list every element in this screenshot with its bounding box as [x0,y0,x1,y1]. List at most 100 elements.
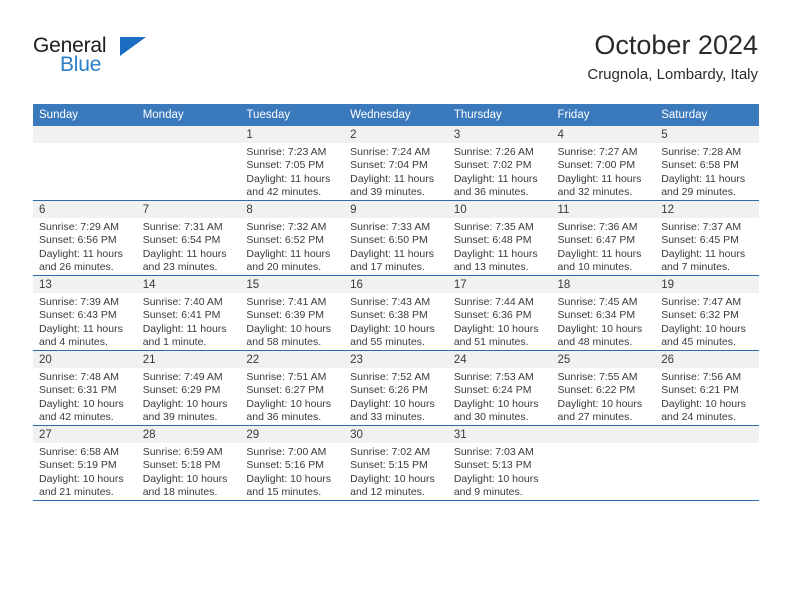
calendar-day-cell[interactable]: 21 Sunrise: 7:49 AM Sunset: 6:29 PM Dayligh… [136,350,241,426]
sunset-text: Sunset: 6:45 PM [661,234,739,247]
calendar-day-cell[interactable]: 18 Sunrise: 7:45 AM Sunset: 6:34 PM Dayligh… [551,275,656,351]
daylight-text-line2: and 29 minutes. [661,186,736,199]
day-details: Sunrise: 7:00 AM Sunset: 5:16 PM Daylight:… [240,443,344,500]
calendar-day-cell[interactable]: 1 Sunrise: 7:23 AM Sunset: 7:05 PM Daylight… [240,126,345,201]
sunset-text: Sunset: 7:02 PM [453,159,532,172]
daylight-text-line2: and 55 minutes. [350,336,425,349]
general-blue-logo[interactable]: General Blue [33,34,153,86]
calendar-day-cell[interactable]: 8 Sunrise: 7:32 AM Sunset: 6:52 PM Daylight… [240,200,345,276]
daylight-text-line1: Daylight: 10 hours [453,472,539,485]
sunrise-text: Sunrise: 7:52 AM [350,371,431,383]
calendar-day-cell[interactable]: 15 Sunrise: 7:41 AM Sunset: 6:39 PM Dayligh… [240,275,345,351]
day-details: Sunrise: 7:44 AM Sunset: 6:36 PM Daylight:… [448,293,552,350]
day-number: 22 [240,351,345,368]
day-number: 9 [344,201,448,218]
sunset-text: Sunset: 6:54 PM [142,234,221,247]
daylight-text-line1: Daylight: 11 hours [557,247,642,260]
day-details: Sunrise: 7:03 AM Sunset: 5:13 PM Daylight:… [448,443,552,500]
day-number: 27 [33,426,137,443]
calendar-day-cell[interactable]: 28 Sunrise: 6:59 AM Sunset: 5:18 PM Dayligh… [136,425,241,500]
day-details [552,443,656,446]
day-number [136,126,241,143]
sunrise-text: Sunrise: 7:36 AM [557,221,638,233]
calendar-day-cell[interactable]: 2 Sunrise: 7:24 AM Sunset: 7:04 PM Daylight… [344,126,448,201]
daylight-text-line2: and 4 minutes. [39,336,108,349]
day-details: Sunrise: 7:31 AM Sunset: 6:54 PM Daylight:… [137,218,241,275]
calendar-day-cell[interactable]: 13 Sunrise: 7:39 AM Sunset: 6:43 PM Dayligh… [33,275,137,351]
sunset-text: Sunset: 6:56 PM [39,234,117,247]
calendar-day-cell[interactable]: 14 Sunrise: 7:40 AM Sunset: 6:41 PM Dayligh… [136,275,241,351]
day-number: 3 [447,126,552,143]
sunrise-text: Sunrise: 7:02 AM [350,446,431,458]
calendar-day-cell[interactable]: 3 Sunrise: 7:26 AM Sunset: 7:02 PM Daylight… [447,126,552,201]
day-number: 12 [655,201,759,218]
calendar-day-cell[interactable]: 11 Sunrise: 7:36 AM Sunset: 6:47 PM Dayligh… [551,200,656,276]
sunrise-text: Sunrise: 7:32 AM [246,221,327,233]
day-number: 14 [136,276,241,293]
calendar-day-cell[interactable]: 27 Sunrise: 6:58 AM Sunset: 5:19 PM Dayligh… [33,425,137,500]
sunrise-text: Sunrise: 7:35 AM [453,221,534,233]
daylight-text-line1: Daylight: 10 hours [142,472,228,485]
calendar-cell-empty [655,425,759,500]
calendar-day-cell[interactable]: 24 Sunrise: 7:53 AM Sunset: 6:24 PM Dayligh… [447,350,552,426]
calendar-cell-empty [551,425,656,500]
daylight-text-line1: Daylight: 11 hours [557,172,642,185]
daylight-text-line1: Daylight: 11 hours [661,172,746,185]
sunrise-text: Sunrise: 7:40 AM [142,296,223,308]
sunrise-text: Sunrise: 7:48 AM [39,371,119,383]
day-number: 1 [240,126,345,143]
calendar-day-cell[interactable]: 20 Sunrise: 7:48 AM Sunset: 6:31 PM Dayligh… [33,350,137,426]
sunrise-text: Sunrise: 7:41 AM [246,296,327,308]
daylight-text-line1: Daylight: 10 hours [39,472,124,485]
sunrise-text: Sunrise: 7:53 AM [453,371,534,383]
calendar-day-cell[interactable]: 5 Sunrise: 7:28 AM Sunset: 6:58 PM Daylight… [655,126,759,201]
daylight-text-line1: Daylight: 10 hours [661,322,746,335]
calendar-day-cell[interactable]: 4 Sunrise: 7:27 AM Sunset: 7:00 PM Daylight… [551,126,656,201]
day-number: 30 [344,426,448,443]
sunrise-text: Sunrise: 7:24 AM [350,146,431,158]
calendar-day-cell[interactable]: 23 Sunrise: 7:52 AM Sunset: 6:26 PM Dayligh… [344,350,448,426]
day-number [33,126,137,143]
weekday-header-saturday: Saturday [655,104,759,126]
calendar-cell-empty [136,126,241,201]
calendar-day-cell[interactable]: 19 Sunrise: 7:47 AM Sunset: 6:32 PM Dayligh… [655,275,759,351]
daylight-text-line1: Daylight: 11 hours [246,172,331,185]
calendar-day-cell[interactable]: 17 Sunrise: 7:44 AM Sunset: 6:36 PM Dayligh… [447,275,552,351]
sunrise-text: Sunrise: 7:23 AM [246,146,327,158]
daylight-text-line2: and 45 minutes. [661,336,736,349]
day-details: Sunrise: 7:32 AM Sunset: 6:52 PM Daylight:… [240,218,344,275]
calendar-day-cell[interactable]: 10 Sunrise: 7:35 AM Sunset: 6:48 PM Dayligh… [447,200,552,276]
calendar-day-cell[interactable]: 12 Sunrise: 7:37 AM Sunset: 6:45 PM Dayligh… [655,200,759,276]
day-details [655,443,759,446]
daylight-text-line1: Daylight: 10 hours [350,397,435,410]
calendar-day-cell[interactable]: 7 Sunrise: 7:31 AM Sunset: 6:54 PM Daylight… [136,200,241,276]
day-number: 23 [344,351,448,368]
daylight-text-line1: Daylight: 10 hours [661,397,746,410]
day-details: Sunrise: 7:27 AM Sunset: 7:00 PM Daylight:… [552,143,656,200]
calendar-bottom-rule [33,500,759,501]
calendar-day-cell[interactable]: 9 Sunrise: 7:33 AM Sunset: 6:50 PM Daylight… [344,200,448,276]
calendar-day-cell[interactable]: 29 Sunrise: 7:00 AM Sunset: 5:16 PM Dayligh… [240,425,345,500]
calendar-day-cell[interactable]: 26 Sunrise: 7:56 AM Sunset: 6:21 PM Dayligh… [655,350,759,426]
calendar-day-cell[interactable]: 30 Sunrise: 7:02 AM Sunset: 5:15 PM Dayligh… [344,425,448,500]
sunset-text: Sunset: 6:38 PM [350,309,428,322]
day-details: Sunrise: 7:43 AM Sunset: 6:38 PM Daylight:… [344,293,448,350]
calendar-day-cell[interactable]: 22 Sunrise: 7:51 AM Sunset: 6:27 PM Dayligh… [240,350,345,426]
day-details: Sunrise: 6:59 AM Sunset: 5:18 PM Daylight:… [137,443,241,500]
calendar-day-cell[interactable]: 25 Sunrise: 7:55 AM Sunset: 6:22 PM Dayligh… [551,350,656,426]
day-details: Sunrise: 7:26 AM Sunset: 7:02 PM Daylight:… [448,143,552,200]
daylight-text-line1: Daylight: 10 hours [246,472,332,485]
day-details: Sunrise: 7:36 AM Sunset: 6:47 PM Daylight:… [552,218,656,275]
sunset-text: Sunset: 6:52 PM [246,234,325,247]
sunrise-text: Sunrise: 7:45 AM [557,296,638,308]
daylight-text-line2: and 15 minutes. [246,486,322,499]
sunset-text: Sunset: 5:13 PM [453,459,532,472]
calendar-day-cell[interactable]: 31 Sunrise: 7:03 AM Sunset: 5:13 PM Dayligh… [447,425,552,500]
day-number: 6 [33,201,137,218]
calendar-day-cell[interactable]: 6 Sunrise: 7:29 AM Sunset: 6:56 PM Daylight… [33,200,137,276]
day-number: 19 [655,276,759,293]
sunset-text: Sunset: 6:47 PM [557,234,636,247]
calendar-cell-empty [33,126,137,201]
calendar-day-cell[interactable]: 16 Sunrise: 7:43 AM Sunset: 6:38 PM Dayligh… [344,275,448,351]
daylight-text-line2: and 30 minutes. [453,411,529,424]
